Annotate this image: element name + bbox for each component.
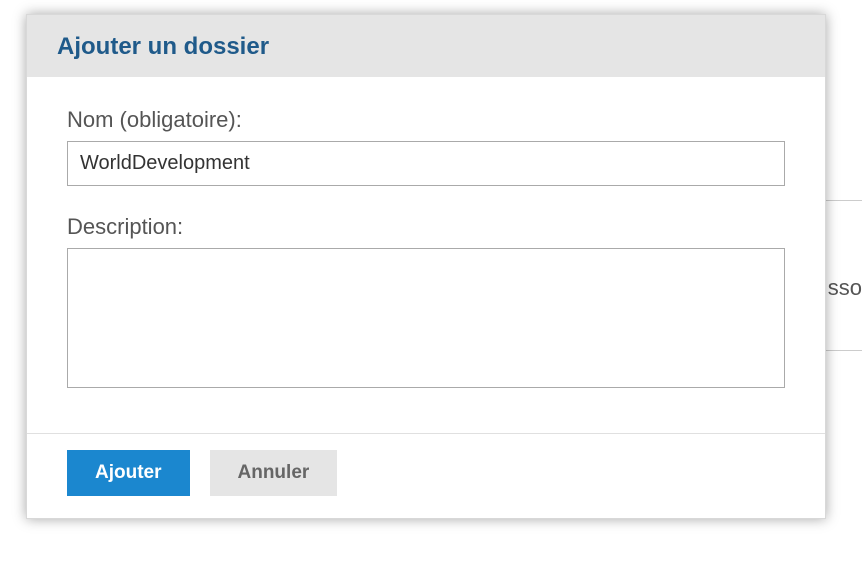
submit-button[interactable]: Ajouter [67,450,190,496]
dialog-body: Nom (obligatoire): Description: [27,77,825,433]
cancel-button[interactable]: Annuler [210,450,338,496]
dialog-title: Ajouter un dossier [57,33,795,61]
description-label: Description: [67,214,785,240]
background-partial-text: sso [828,275,862,301]
name-label: Nom (obligatoire): [67,107,785,133]
name-input[interactable] [67,141,785,186]
background-divider-2 [822,350,862,351]
dialog-footer: Ajouter Annuler [27,433,825,518]
add-folder-dialog: Ajouter un dossier Nom (obligatoire): De… [26,14,826,519]
description-textarea[interactable] [67,248,785,388]
background-divider [822,200,862,201]
dialog-header: Ajouter un dossier [27,15,825,77]
